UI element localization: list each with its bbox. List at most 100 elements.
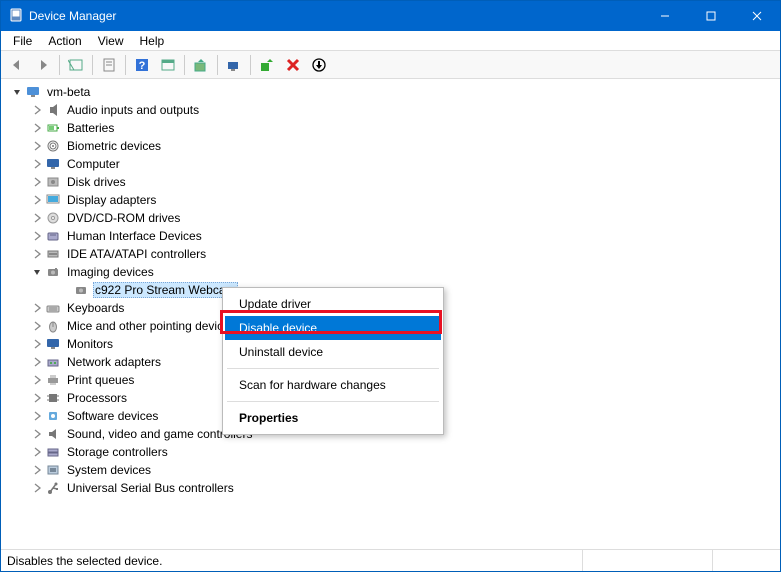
chip-icon	[45, 390, 61, 406]
category-label: Software devices	[65, 409, 160, 423]
system-icon	[45, 462, 61, 478]
status-text: Disables the selected device.	[7, 554, 162, 568]
chevron-right-icon[interactable]	[29, 156, 45, 172]
category-ide[interactable]: IDE ATA/ATAPI controllers	[3, 245, 778, 263]
title-bar: Device Manager	[1, 1, 780, 31]
category-disp[interactable]: Display adapters	[3, 191, 778, 209]
monitor-icon	[45, 156, 61, 172]
network-icon	[45, 354, 61, 370]
chevron-right-icon[interactable]	[29, 102, 45, 118]
update-driver-button[interactable]	[189, 53, 213, 77]
chevron-down-icon[interactable]	[29, 264, 45, 280]
category-label: Print queues	[65, 373, 136, 387]
category-bio[interactable]: Biometric devices	[3, 137, 778, 155]
ctx-separator	[227, 368, 439, 369]
category-usb[interactable]: Universal Serial Bus controllers	[3, 479, 778, 497]
menu-file[interactable]: File	[5, 32, 40, 50]
category-img[interactable]: Imaging devices	[3, 263, 778, 281]
ctx-uninstall-device[interactable]: Uninstall device	[225, 340, 441, 364]
enable-device-button[interactable]	[255, 53, 279, 77]
back-button[interactable]	[5, 53, 29, 77]
category-label: Storage controllers	[65, 445, 170, 459]
chevron-right-icon[interactable]	[29, 426, 45, 442]
menu-view[interactable]: View	[90, 32, 132, 50]
keyboard-icon	[45, 300, 61, 316]
toolbar: ?	[1, 51, 780, 79]
category-label: Keyboards	[65, 301, 126, 315]
webcam-icon	[73, 282, 89, 298]
category-sys[interactable]: System devices	[3, 461, 778, 479]
chevron-right-icon[interactable]	[29, 192, 45, 208]
category-label: DVD/CD-ROM drives	[65, 211, 182, 225]
category-label: Biometric devices	[65, 139, 163, 153]
maximize-button[interactable]	[688, 1, 734, 31]
speaker-icon	[45, 102, 61, 118]
tree-root[interactable]: vm-beta	[3, 83, 778, 101]
help-button[interactable]: ?	[130, 53, 154, 77]
ctx-scan-hardware[interactable]: Scan for hardware changes	[225, 373, 441, 397]
category-label: Universal Serial Bus controllers	[65, 481, 236, 495]
chevron-right-icon[interactable]	[29, 300, 45, 316]
ctx-disable-device[interactable]: Disable device	[225, 316, 441, 340]
storage-icon	[45, 444, 61, 460]
chevron-right-icon[interactable]	[29, 210, 45, 226]
device-label: c922 Pro Stream Webcam	[93, 282, 238, 298]
category-label: Human Interface Devices	[65, 229, 204, 243]
chevron-right-icon[interactable]	[29, 354, 45, 370]
action-toolbar-button[interactable]	[156, 53, 180, 77]
chevron-right-icon[interactable]	[29, 246, 45, 262]
category-batt[interactable]: Batteries	[3, 119, 778, 137]
category-stor[interactable]: Storage controllers	[3, 443, 778, 461]
chevron-right-icon[interactable]	[29, 480, 45, 496]
category-label: Network adapters	[65, 355, 163, 369]
menu-action[interactable]: Action	[40, 32, 89, 50]
uninstall-device-button[interactable]	[307, 53, 331, 77]
category-label: System devices	[65, 463, 153, 477]
category-hid[interactable]: Human Interface Devices	[3, 227, 778, 245]
scan-hardware-button[interactable]	[222, 53, 246, 77]
chevron-right-icon[interactable]	[29, 318, 45, 334]
close-button[interactable]	[734, 1, 780, 31]
ctx-properties[interactable]: Properties	[225, 406, 441, 430]
show-hide-tree-button[interactable]	[64, 53, 88, 77]
context-menu: Update driver Disable device Uninstall d…	[222, 287, 444, 435]
chevron-right-icon[interactable]	[29, 336, 45, 352]
fingerprint-icon	[45, 138, 61, 154]
printer-icon	[45, 372, 61, 388]
menu-bar: File Action View Help	[1, 31, 780, 51]
category-label: Disk drives	[65, 175, 128, 189]
category-audio[interactable]: Audio inputs and outputs	[3, 101, 778, 119]
chevron-right-icon[interactable]	[29, 138, 45, 154]
chevron-down-icon[interactable]	[9, 84, 25, 100]
category-label: Mice and other pointing devices	[65, 319, 238, 333]
computer-icon	[25, 84, 41, 100]
dvd-icon	[45, 210, 61, 226]
category-label: Monitors	[65, 337, 115, 351]
chevron-right-icon[interactable]	[29, 228, 45, 244]
category-comp[interactable]: Computer	[3, 155, 778, 173]
chevron-right-icon[interactable]	[29, 174, 45, 190]
root-label: vm-beta	[45, 85, 92, 99]
category-label: IDE ATA/ATAPI controllers	[65, 247, 208, 261]
minimize-button[interactable]	[642, 1, 688, 31]
display-icon	[45, 192, 61, 208]
menu-help[interactable]: Help	[132, 32, 173, 50]
ctx-separator	[227, 401, 439, 402]
category-label: Processors	[65, 391, 129, 405]
chevron-right-icon[interactable]	[29, 120, 45, 136]
chevron-right-icon[interactable]	[29, 372, 45, 388]
forward-button[interactable]	[31, 53, 55, 77]
ctx-update-driver[interactable]: Update driver	[225, 292, 441, 316]
chevron-right-icon[interactable]	[29, 390, 45, 406]
monitor-icon	[45, 336, 61, 352]
category-label: Display adapters	[65, 193, 158, 207]
chevron-right-icon[interactable]	[29, 408, 45, 424]
category-dvd[interactable]: DVD/CD-ROM drives	[3, 209, 778, 227]
properties-button[interactable]	[97, 53, 121, 77]
category-disk[interactable]: Disk drives	[3, 173, 778, 191]
device-tree[interactable]: vm-beta Audio inputs and outputsBatterie…	[1, 79, 780, 549]
spacer	[57, 282, 73, 298]
chevron-right-icon[interactable]	[29, 462, 45, 478]
chevron-right-icon[interactable]	[29, 444, 45, 460]
disable-device-button[interactable]	[281, 53, 305, 77]
